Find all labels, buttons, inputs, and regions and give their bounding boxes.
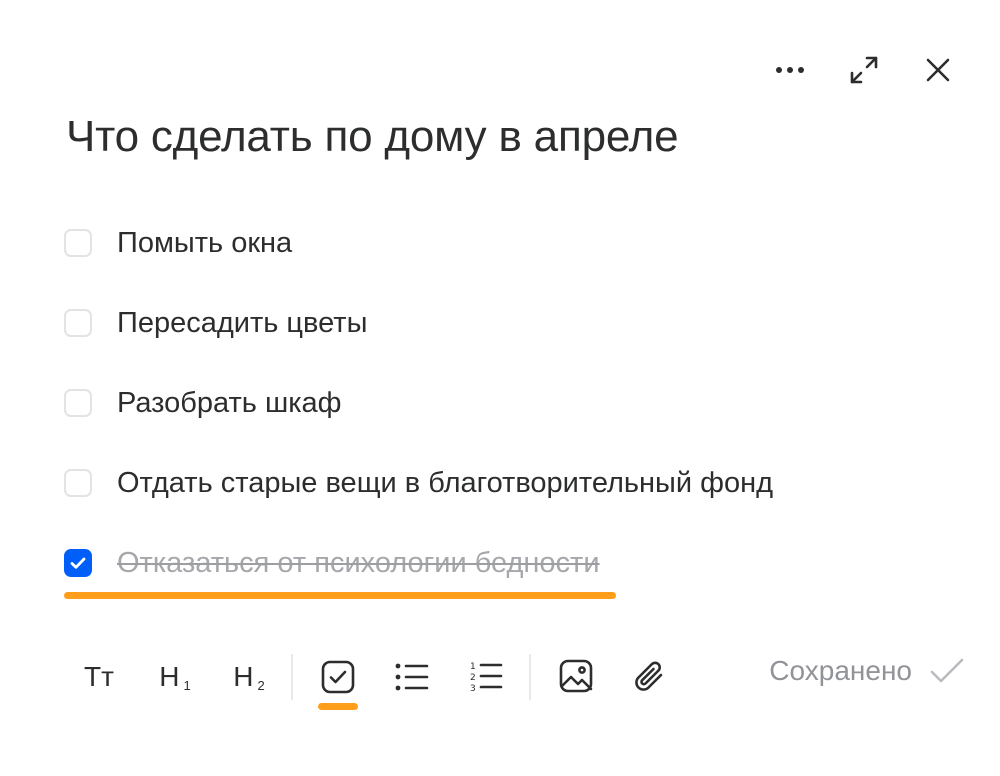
text-style-label: Тт <box>84 661 114 692</box>
checkbox-icon <box>321 660 355 694</box>
save-status-text: Сохранено <box>769 655 912 686</box>
more-horizontal-icon <box>776 67 804 73</box>
save-status: Сохранено <box>769 655 964 687</box>
header-actions <box>738 48 960 92</box>
heading-1-button[interactable]: H1 <box>148 640 202 716</box>
checkbox[interactable] <box>64 469 92 497</box>
saved-check-icon <box>930 658 964 683</box>
checkmark-icon <box>70 557 86 569</box>
image-icon <box>559 659 593 693</box>
checklist-item: Разобрать шкаф <box>64 363 773 443</box>
checklist-item-text[interactable]: Пересадить цветы <box>117 306 367 340</box>
toolbar-divider <box>529 654 531 700</box>
checklist-item: Помыть окна <box>64 203 773 283</box>
heading-1-label: H1 <box>159 661 191 693</box>
insert-image-button[interactable] <box>549 640 603 716</box>
numbered-list-icon: 1 2 3 <box>470 662 503 692</box>
highlight-underline <box>64 592 616 599</box>
checkbox[interactable] <box>64 389 92 417</box>
close-icon <box>926 58 950 82</box>
svg-text:2: 2 <box>470 673 476 683</box>
checkbox-checked[interactable] <box>64 549 92 577</box>
active-tool-indicator <box>318 703 358 710</box>
svg-text:1: 1 <box>470 662 476 672</box>
checkbox[interactable] <box>64 229 92 257</box>
formatting-toolbar: Тт H1 H2 1 2 3 Сохранено <box>0 640 1000 716</box>
attach-file-button[interactable] <box>623 640 677 716</box>
checklist-item-text-done[interactable]: Отказаться от психологии бедности <box>117 546 600 580</box>
checklist-item: Отдать старые вещи в благотворительный ф… <box>64 443 773 523</box>
numbered-list-button[interactable]: 1 2 3 <box>459 640 513 716</box>
note-title[interactable]: Что сделать по дому в апреле <box>66 112 679 162</box>
expand-button[interactable] <box>842 48 886 92</box>
paperclip-icon <box>635 661 663 691</box>
more-button[interactable] <box>768 48 812 92</box>
checkbox[interactable] <box>64 309 92 337</box>
text-style-button[interactable]: Тт <box>72 640 126 716</box>
heading-2-button[interactable]: H2 <box>222 640 276 716</box>
checklist-item-text[interactable]: Отдать старые вещи в благотворительный ф… <box>117 466 773 500</box>
checklist-item-text[interactable]: Разобрать шкаф <box>117 386 342 420</box>
expand-icon <box>850 56 878 84</box>
close-button[interactable] <box>916 48 960 92</box>
bullet-list-button[interactable] <box>385 640 439 716</box>
checklist-item-text[interactable]: Помыть окна <box>117 226 292 260</box>
heading-2-label: H2 <box>233 661 265 693</box>
checklist: Помыть окна Пересадить цветы Разобрать ш… <box>64 203 773 603</box>
bullet-list-icon <box>395 663 429 691</box>
svg-text:3: 3 <box>470 684 476 692</box>
checklist-item-completed: Отказаться от психологии бедности <box>64 523 773 603</box>
checklist-item: Пересадить цветы <box>64 283 773 363</box>
toolbar-divider <box>291 654 293 700</box>
